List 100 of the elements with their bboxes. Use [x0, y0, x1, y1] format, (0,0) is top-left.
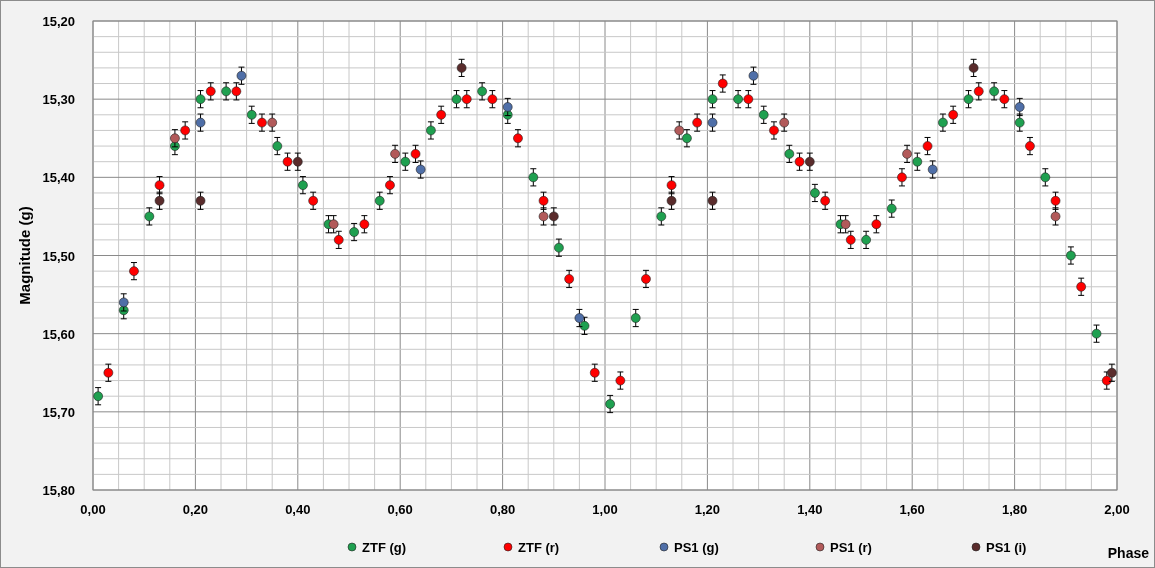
legend-label: ZTF (r) [518, 540, 560, 555]
point [615, 375, 626, 386]
point [272, 141, 283, 151]
point [1050, 211, 1061, 222]
y-tick-label: 15,30 [42, 92, 75, 108]
point [861, 235, 871, 245]
point [989, 86, 999, 97]
point [410, 149, 421, 159]
point [758, 110, 769, 120]
point [922, 141, 933, 151]
point [948, 110, 958, 120]
point [968, 63, 979, 73]
point [1066, 250, 1076, 261]
x-tick-label: 1,20 [694, 502, 721, 517]
point [257, 117, 267, 128]
y-tick-label: 15,20 [42, 14, 75, 29]
point [674, 125, 685, 136]
point [170, 133, 180, 144]
point [374, 195, 385, 206]
y-tick-label: 15,50 [42, 248, 75, 264]
point [871, 219, 882, 230]
point [205, 86, 216, 97]
point [963, 94, 974, 104]
point [538, 195, 549, 206]
point [769, 125, 779, 136]
point [641, 274, 651, 284]
x-tick-label: 1,40 [797, 502, 823, 517]
point [246, 110, 257, 120]
point [810, 188, 820, 198]
point [129, 266, 139, 276]
x-tick-label: 1,00 [592, 502, 618, 517]
point [1014, 117, 1025, 128]
point [513, 133, 523, 144]
point [154, 195, 165, 206]
point [154, 180, 165, 190]
y-tick-label: 15,40 [42, 170, 75, 186]
point [293, 156, 303, 167]
point [897, 172, 907, 183]
point [1091, 328, 1102, 339]
point [973, 86, 984, 97]
point [743, 94, 754, 104]
point [656, 211, 667, 222]
point [385, 180, 395, 190]
point [1076, 281, 1086, 292]
point [451, 94, 462, 104]
point [579, 321, 590, 331]
point [461, 94, 472, 104]
legend-label: ZTF (g) [362, 540, 407, 555]
x-tick-label: 0,60 [387, 502, 413, 517]
point [554, 242, 564, 253]
point [682, 133, 692, 144]
point [118, 297, 129, 308]
point [845, 235, 856, 245]
point [564, 274, 574, 284]
point [574, 313, 585, 323]
point [549, 211, 559, 222]
point [630, 313, 641, 323]
point [779, 117, 789, 128]
point [707, 94, 718, 104]
point [927, 164, 938, 175]
point [666, 180, 677, 190]
point [308, 195, 318, 206]
point [820, 195, 830, 206]
y-tick-label: 15,60 [42, 326, 75, 342]
y-axis-title: Magnitude (g) [16, 206, 33, 305]
x-axis-title: Phase [1107, 545, 1149, 561]
y-tick-label: 15,70 [42, 404, 75, 420]
point [426, 125, 436, 136]
point [784, 149, 795, 159]
x-tick-label: 1,60 [899, 502, 925, 517]
point [717, 78, 728, 89]
x-tick-label: 2,00 [1104, 502, 1130, 517]
point [692, 117, 702, 128]
point [231, 86, 242, 97]
point [436, 110, 446, 120]
point [282, 156, 293, 167]
point [999, 94, 1010, 104]
point [415, 164, 426, 175]
x-tick-label: 0,40 [285, 502, 311, 517]
point [144, 211, 155, 222]
point [902, 149, 912, 159]
point [93, 391, 103, 401]
point [349, 227, 359, 237]
point [333, 235, 344, 245]
point [195, 195, 206, 206]
point [1101, 375, 1112, 386]
point [748, 70, 759, 81]
point [528, 172, 539, 183]
point [221, 86, 231, 97]
point [1040, 172, 1051, 183]
point [1107, 367, 1117, 378]
point [195, 94, 206, 104]
point [328, 219, 339, 230]
point [236, 70, 247, 81]
point [502, 102, 513, 112]
point [180, 125, 190, 136]
point [359, 219, 370, 230]
point [400, 156, 411, 167]
point [1014, 102, 1025, 112]
x-tick-label: 0,80 [489, 502, 516, 517]
